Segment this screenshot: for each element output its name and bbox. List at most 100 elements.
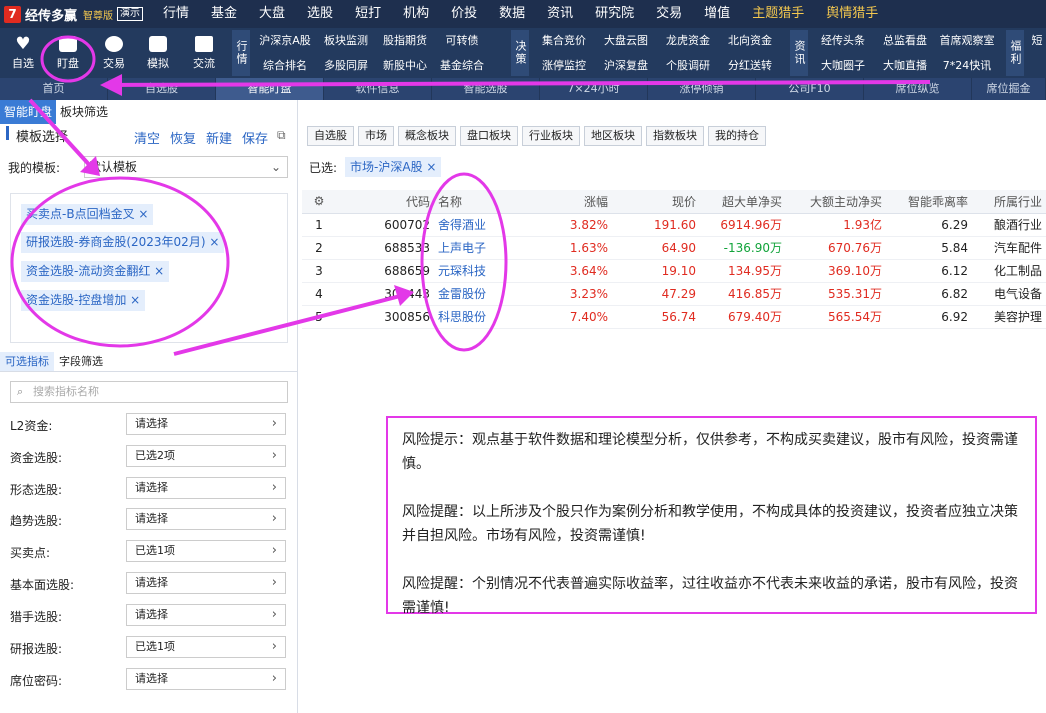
stock-name[interactable]: 上声电子 — [434, 236, 524, 260]
col-change[interactable]: 涨幅 — [524, 190, 612, 214]
filter-select[interactable]: 请选择 › — [126, 668, 286, 690]
toolbar-link[interactable]: 基金综合 — [434, 53, 490, 78]
toolbar-link[interactable]: 经传头条 — [812, 28, 874, 53]
expand-icon[interactable]: ⧉ — [277, 128, 286, 143]
filter-select[interactable]: 请选择 › — [126, 508, 286, 530]
scope-tab[interactable]: 自选股 — [307, 126, 354, 146]
tab-optional-indicators[interactable]: 可选指标 — [0, 352, 54, 371]
tab-smart-pick[interactable]: 智能选股 — [432, 78, 540, 100]
template-chip[interactable]: 资金选股-控盘增加 × — [21, 290, 146, 311]
col-price[interactable]: 现价 — [612, 190, 700, 214]
clear-button[interactable]: 清空 — [134, 128, 160, 147]
menu-item[interactable]: 数据 — [488, 0, 536, 28]
toolbar-link[interactable]: 沪深复盘 — [595, 53, 657, 78]
restore-button[interactable]: 恢复 — [170, 128, 196, 147]
tab-seats-mining[interactable]: 席位掘金 — [972, 78, 1046, 100]
scope-tab[interactable]: 盘口板块 — [460, 126, 518, 146]
table-row[interactable]: 5 300856 科思股份 7.40% 56.74 679.40万 565.54… — [302, 305, 1046, 329]
toolbar-link[interactable]: 股指期货 — [376, 28, 434, 53]
menu-item[interactable]: 交易 — [645, 0, 693, 28]
stock-name[interactable]: 金雷股份 — [434, 282, 524, 306]
table-row[interactable]: 2 688533 上声电子 1.63% 64.90 -136.90万 670.7… — [302, 236, 1046, 260]
stock-name[interactable]: 元琛科技 — [434, 259, 524, 283]
toolbar-watch[interactable]: 盯盘 — [50, 28, 86, 78]
toolbar-trade[interactable]: 交易 — [96, 28, 132, 78]
toolbar-link[interactable]: 大咖圈子 — [812, 53, 874, 78]
template-chip[interactable]: 买卖点-B点回档金叉 × — [21, 204, 154, 225]
stock-name[interactable]: 舍得酒业 — [434, 213, 524, 237]
filter-select[interactable]: 请选择 › — [126, 604, 286, 626]
col-code[interactable]: 代码 — [336, 190, 434, 214]
scope-tab[interactable]: 我的持仓 — [708, 126, 766, 146]
toolbar-link[interactable]: 沪深京A股 — [254, 28, 316, 53]
close-icon[interactable]: × — [154, 264, 164, 278]
menu-item[interactable]: 基金 — [200, 0, 248, 28]
menu-item[interactable]: 研究院 — [584, 0, 645, 28]
menu-item[interactable]: 资讯 — [536, 0, 584, 28]
filter-select[interactable]: 请选择 › — [126, 572, 286, 594]
toolbar-link[interactable]: 短 — [1028, 28, 1046, 53]
tab-sector-filter[interactable]: 板块筛选 — [56, 100, 112, 124]
toolbar-link[interactable]: 北向资金 — [719, 28, 781, 53]
template-chip[interactable]: 资金选股-流动资金翻红 × — [21, 261, 170, 282]
tab-f10[interactable]: 公司F10 — [756, 78, 864, 100]
col-name[interactable]: 名称 — [434, 190, 524, 214]
col-big-net[interactable]: 大额主动净买 — [786, 190, 886, 214]
stock-name[interactable]: 科思股份 — [434, 305, 524, 329]
filter-select[interactable]: 请选择 › — [126, 477, 286, 499]
tab-limit-up[interactable]: 涨停倾销 — [648, 78, 756, 100]
toolbar-link[interactable]: 首席观察室 — [936, 28, 998, 53]
table-row[interactable]: 4 300443 金雷股份 3.23% 47.29 416.85万 535.31… — [302, 282, 1046, 306]
col-industry[interactable]: 所属行业 — [972, 190, 1046, 214]
toolbar-link[interactable]: 可转债 — [434, 28, 490, 53]
tab-seats[interactable]: 席位纵览 — [864, 78, 972, 100]
toolbar-link[interactable]: 新股中心 — [376, 53, 434, 78]
scope-tab[interactable]: 指数板块 — [646, 126, 704, 146]
close-icon[interactable]: × — [209, 235, 219, 249]
scope-tab[interactable]: 市场 — [358, 126, 394, 146]
toolbar-link[interactable]: 集合竞价 — [533, 28, 595, 53]
scope-tab[interactable]: 行业板块 — [522, 126, 580, 146]
menu-item[interactable]: 行情 — [152, 0, 200, 28]
close-icon[interactable]: × — [130, 293, 140, 307]
tab-favorites[interactable]: 自选股 — [108, 78, 216, 100]
tab-home[interactable]: 首页 — [0, 78, 108, 100]
toolbar-link[interactable]: 大咖直播 — [874, 53, 936, 78]
toolbar-link[interactable]: 综合排名 — [254, 53, 316, 78]
scope-tab[interactable]: 概念板块 — [398, 126, 456, 146]
col-super-net[interactable]: 超大单净买 — [700, 190, 786, 214]
tab-field-filter[interactable]: 字段筛选 — [54, 352, 108, 371]
toolbar-link[interactable]: 龙虎资金 — [657, 28, 719, 53]
toolbar-link[interactable]: 涨停监控 — [533, 53, 595, 78]
menu-item[interactable]: 短打 — [344, 0, 392, 28]
filter-select[interactable]: 请选择 › — [126, 413, 286, 435]
toolbar-link[interactable]: 板块监测 — [316, 28, 376, 53]
toolbar-link[interactable]: 总监看盘 — [874, 28, 936, 53]
menu-item[interactable]: 舆情猎手 — [815, 0, 889, 28]
toolbar-sim[interactable]: 模拟 — [140, 28, 176, 78]
filter-select[interactable]: 已选1项 › — [126, 636, 286, 658]
menu-item[interactable]: 机构 — [392, 0, 440, 28]
template-select[interactable]: 默认模板 ⌄ — [84, 156, 288, 178]
tab-24h[interactable]: 7×24小时 — [540, 78, 648, 100]
toolbar-favorites[interactable]: ♥ 自选 — [5, 28, 41, 78]
close-icon[interactable]: × — [138, 207, 148, 221]
toolbar-link[interactable]: 多股同屏 — [316, 53, 376, 78]
filter-select[interactable]: 已选2项 › — [126, 445, 286, 467]
table-row[interactable]: 3 688659 元琛科技 3.64% 19.10 134.95万 369.10… — [302, 259, 1046, 283]
menu-item[interactable]: 价投 — [440, 0, 488, 28]
indicator-search-input[interactable]: ⌕ 搜索指标名称 — [10, 381, 288, 403]
new-button[interactable]: 新建 — [206, 128, 232, 147]
scope-tab[interactable]: 地区板块 — [584, 126, 642, 146]
tab-smart-watch[interactable]: 智能盯盘 — [216, 78, 324, 100]
tab-smart-watch-panel[interactable]: 智能盯盘 — [0, 100, 57, 124]
close-icon[interactable]: × — [426, 160, 436, 174]
table-row[interactable]: 1 600702 舍得酒业 3.82% 191.60 6914.96万 1.93… — [302, 213, 1046, 237]
col-bias[interactable]: 智能乖离率 — [886, 190, 972, 214]
menu-item[interactable]: 主题猎手 — [741, 0, 815, 28]
template-chip[interactable]: 研报选股-券商金股(2023年02月) × — [21, 232, 225, 253]
menu-item[interactable]: 大盘 — [248, 0, 296, 28]
selected-chip[interactable]: 市场-沪深A股 × — [345, 157, 442, 177]
settings-icon[interactable]: ⚙ — [302, 190, 336, 214]
menu-item[interactable]: 选股 — [296, 0, 344, 28]
